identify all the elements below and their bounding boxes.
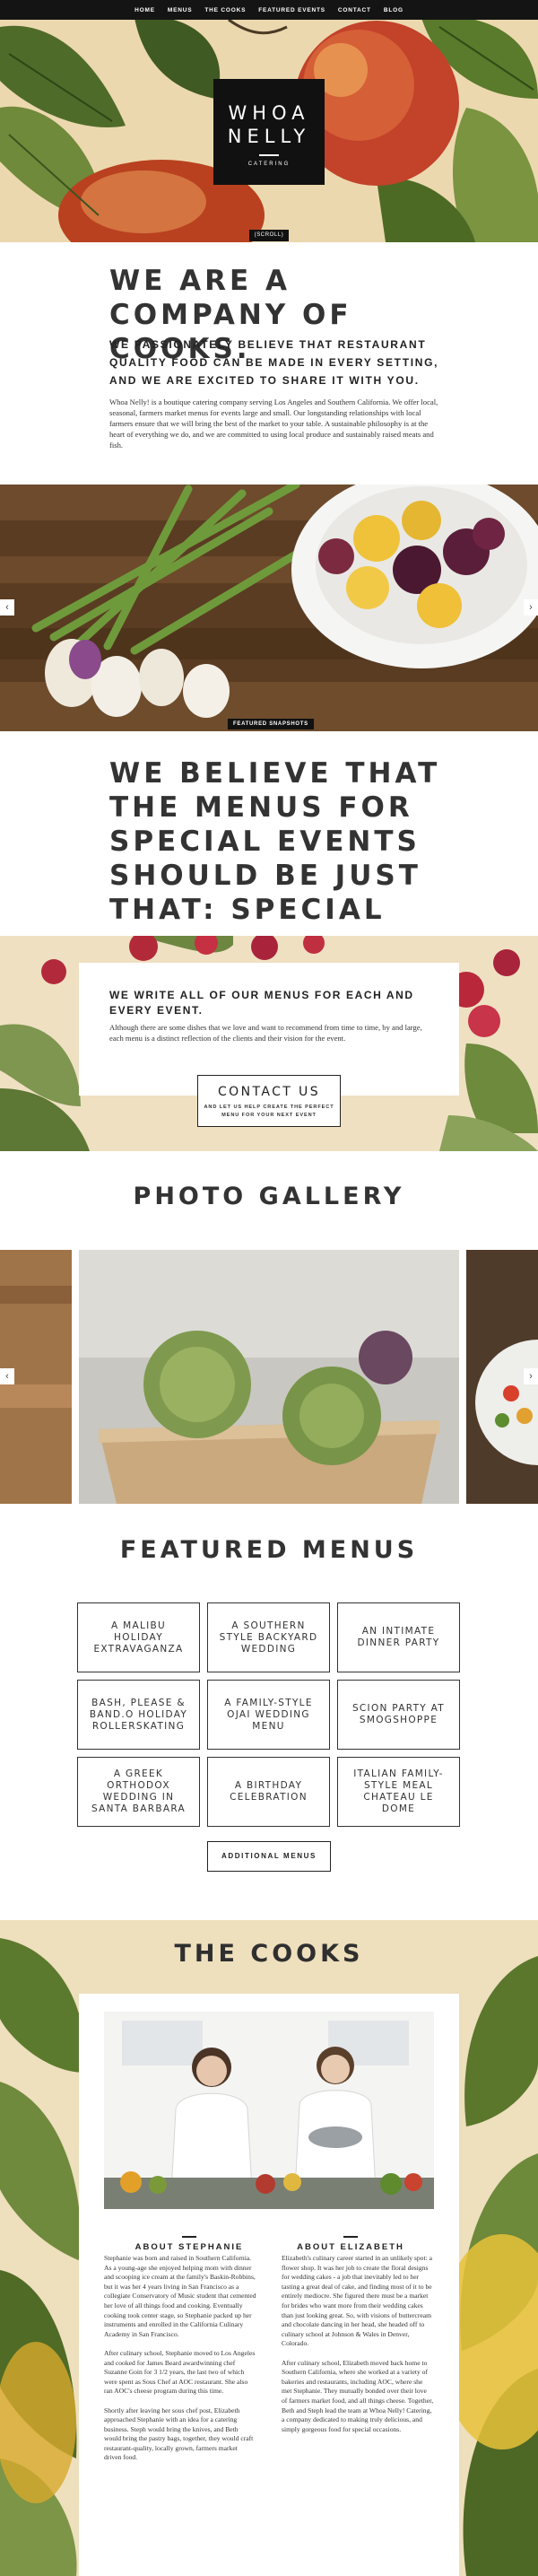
menus-feature-text: Although there are some dishes that we l…: [109, 1023, 422, 1043]
logo-line-1: WHOA: [228, 102, 310, 124]
contact-us-sublabel: AND LET US HELP CREATE THE PERFECT MENU …: [204, 1105, 334, 1118]
menu-link-greek-wedding[interactable]: A GREEK ORTHODOX WEDDING IN SANTA BARBAR…: [77, 1757, 200, 1827]
menu-link-malibu-holiday[interactable]: A MALIBU HOLIDAY EXTRAVAGANZA: [77, 1602, 200, 1672]
featured-menus-grid: A MALIBU HOLIDAY EXTRAVAGANZA A SOUTHERN…: [77, 1602, 461, 1827]
logo-subtitle: CATERING: [247, 162, 291, 167]
additional-menus-button[interactable]: ADDITIONAL MENUS: [207, 1841, 331, 1872]
slider-next-button[interactable]: ›: [524, 599, 538, 616]
photo-gallery-slider: ‹ ›: [0, 1250, 538, 1504]
nav-home[interactable]: HOME: [134, 7, 155, 13]
intro-body: Whoa Nelly! is a boutique catering compa…: [109, 397, 438, 450]
believe-heading: WE BELIEVE THAT THE MENUS FOR SPECIAL EV…: [109, 757, 441, 926]
snapshot-photo: [0, 485, 538, 731]
about-stephanie-divider: [182, 2236, 196, 2238]
about-elizabeth-text: Elizabeth's culinary career started in a…: [282, 2254, 434, 2444]
logo-divider: [259, 154, 279, 156]
nav-the-cooks[interactable]: THE COOKS: [204, 7, 246, 13]
stephanie-paragraph: Stephanie was born and raised in Souther…: [104, 2254, 256, 2338]
nav-featured-events[interactable]: FEATURED EVENTS: [258, 7, 325, 13]
menus-feature-title: WE WRITE ALL OF OUR MENUS FOR EACH AND E…: [109, 989, 414, 1017]
about-elizabeth-divider: [343, 2236, 358, 2238]
cooks-photo: [104, 2012, 434, 2209]
about-elizabeth-label: ABOUT ELIZABETH: [297, 2241, 404, 2252]
chefs-kitchen-photo: [104, 2012, 434, 2209]
slider-prev-button[interactable]: ‹: [0, 599, 14, 616]
about-elizabeth-heading: ABOUT ELIZABETH: [274, 2236, 427, 2252]
elizabeth-paragraph: After culinary school, Elizabeth moved b…: [282, 2358, 434, 2433]
photo-gallery-title: PHOTO GALLERY: [133, 1183, 405, 1210]
gallery-photos: [0, 1250, 538, 1504]
menu-link-rollerskating[interactable]: BASH, PLEASE & BAND.O HOLIDAY ROLLERSKAT…: [77, 1680, 200, 1750]
about-stephanie-label: ABOUT STEPHANIE: [134, 2241, 244, 2252]
contact-us-button[interactable]: CONTACT US AND LET US HELP CREATE THE PE…: [197, 1075, 341, 1127]
menu-link-italian-meal[interactable]: ITALIAN FAMILY-STYLE MEAL CHATEAU LE DOM…: [337, 1757, 460, 1827]
stephanie-paragraph: After culinary school, Stephanie moved t…: [104, 2348, 256, 2396]
featured-snapshots-slider: ‹ › FEATURED SNAPSHOTS: [0, 485, 538, 731]
menu-link-ojai-wedding[interactable]: A FAMILY-STYLE OJAI WEDDING MENU: [207, 1680, 330, 1750]
the-cooks-title: THE COOKS: [174, 1940, 364, 1968]
logo[interactable]: WHOA NELLY CATERING: [213, 79, 325, 185]
scroll-button[interactable]: (SCROLL): [249, 230, 289, 241]
menu-link-scion-party[interactable]: SCION PARTY AT SMOGSHOPPE: [337, 1680, 460, 1750]
menu-link-intimate-dinner[interactable]: AN INTIMATE DINNER PARTY: [337, 1602, 460, 1672]
nav-menus[interactable]: MENUS: [168, 7, 192, 13]
page: HOME MENUS THE COOKS FEATURED EVENTS CON…: [0, 0, 538, 2576]
elizabeth-paragraph: Elizabeth's culinary career started in a…: [282, 2254, 432, 2348]
about-stephanie-heading: ABOUT STEPHANIE: [113, 2236, 265, 2252]
nav-contact[interactable]: CONTACT: [338, 7, 371, 13]
top-navigation: HOME MENUS THE COOKS FEATURED EVENTS CON…: [0, 0, 538, 20]
the-cooks-card: ABOUT STEPHANIE ABOUT ELIZABETH Stephani…: [79, 1994, 459, 2576]
contact-us-label: CONTACT US: [218, 1085, 320, 1099]
believe-section: WE BELIEVE THAT THE MENUS FOR SPECIAL EV…: [0, 731, 538, 936]
hero-section: HOME MENUS THE COOKS FEATURED EVENTS CON…: [0, 0, 538, 242]
intro-section: WE ARE A COMPANY OF COOKS. WE PASSIONATE…: [0, 242, 538, 485]
intro-lead: WE PASSIONATELY BELIEVE THAT RESTAURANT …: [109, 338, 439, 387]
about-stephanie-text: Stephanie was born and raised in Souther…: [104, 2254, 256, 2473]
gallery-prev-button[interactable]: ‹: [0, 1368, 14, 1384]
featured-snapshots-tag: FEATURED SNAPSHOTS: [228, 719, 314, 729]
stephanie-paragraph: Shortly after leaving her sous chef post…: [104, 2406, 254, 2462]
menu-link-birthday[interactable]: A BIRTHDAY CELEBRATION: [207, 1757, 330, 1827]
nav-blog[interactable]: BLOG: [384, 7, 404, 13]
gallery-next-button[interactable]: ›: [524, 1368, 538, 1384]
logo-line-2: NELLY: [227, 126, 311, 147]
menu-link-southern-wedding[interactable]: A SOUTHERN STYLE BACKYARD WEDDING: [207, 1602, 330, 1672]
featured-menus-title: FEATURED MENUS: [119, 1536, 419, 1564]
